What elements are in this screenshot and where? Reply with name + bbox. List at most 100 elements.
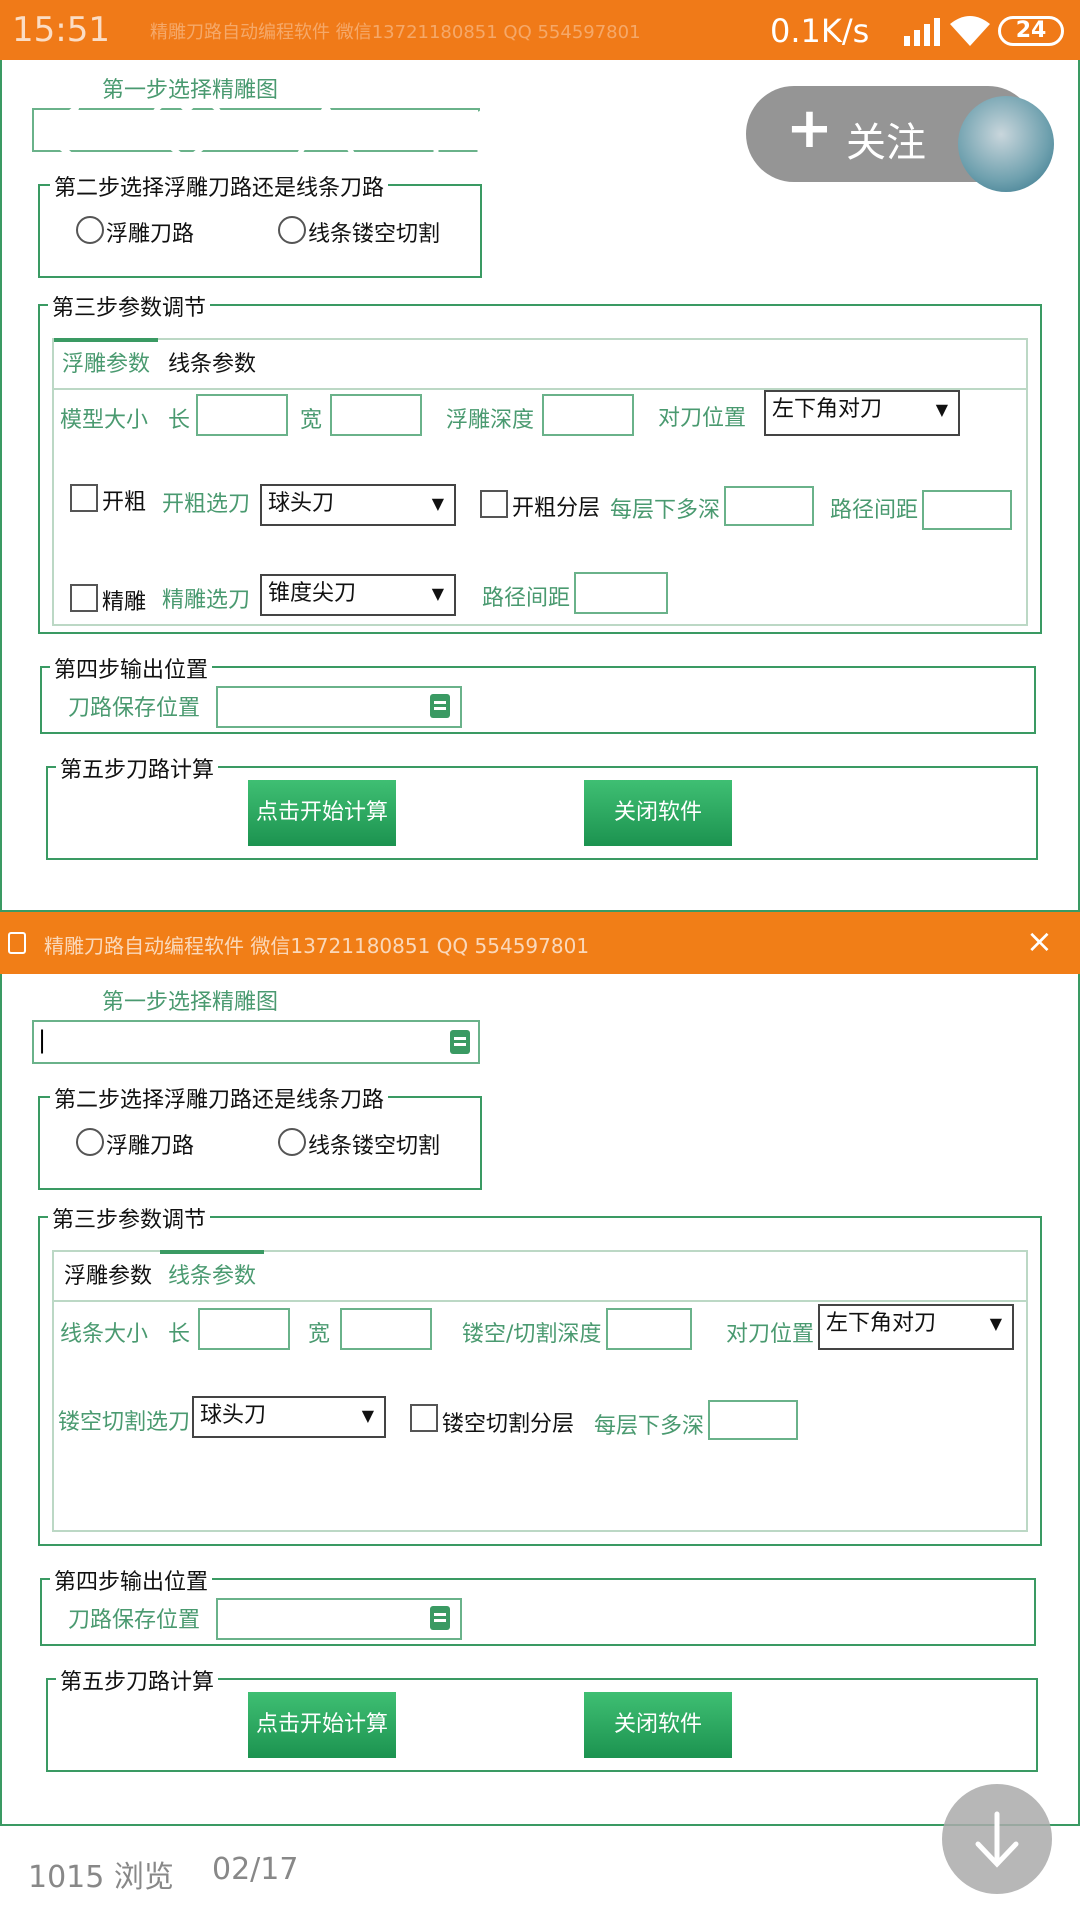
tool-position-select[interactable]: 左下角对刀 ▼ <box>764 390 960 436</box>
tab-divider <box>52 1300 1028 1302</box>
app-icon <box>8 932 26 954</box>
rough-tool-label: 开粗选刀 <box>162 492 251 517</box>
dropdown-arrow-icon: ▼ <box>361 1406 374 1425</box>
window2-titlebar: 精雕刀路自动编程软件 微信13721180851 QQ 554597801 × <box>0 912 1080 974</box>
cut-tool-label: 镂空切割选刀 <box>58 1410 191 1435</box>
start-calc-button[interactable]: 点击开始计算 <box>248 1692 396 1758</box>
tool-position-select[interactable]: 左下角对刀 ▼ <box>818 1304 1014 1350</box>
save-path-input[interactable] <box>216 686 462 728</box>
length-label: 长 <box>168 408 191 433</box>
plus-icon: + <box>786 96 833 161</box>
finish-label: 精雕 <box>102 590 147 615</box>
close-software-button[interactable]: 关闭软件 <box>584 780 732 846</box>
rough-label: 开粗 <box>102 490 147 515</box>
per-layer-label: 每层下多深 <box>594 1414 705 1439</box>
radio-line[interactable] <box>278 1128 306 1156</box>
finish-spacing-label: 路径间距 <box>482 586 571 611</box>
cut-layer-label: 镂空切割分层 <box>442 1412 575 1437</box>
tab-line-params[interactable]: 线条参数 <box>160 342 264 390</box>
back-icon[interactable] <box>36 104 86 164</box>
cut-tool-select[interactable]: 球头刀 ▼ <box>192 1396 386 1438</box>
app-window-1: 第一步选择精雕图 第二步选择浮雕刀路还是线条刀路 浮雕刀路 线条镂空切割 第三步… <box>0 60 1080 912</box>
dropdown-arrow-icon: ▼ <box>431 584 444 603</box>
tool-position-value: 左下角对刀 <box>826 1311 937 1336</box>
dropdown-arrow-icon: ▼ <box>935 400 948 419</box>
heart-icon[interactable] <box>150 100 224 166</box>
step2-legend: 第二步选择浮雕刀路还是线条刀路 <box>50 170 389 202</box>
window2-title: 精雕刀路自动编程软件 微信13721180851 QQ 554597801 <box>44 934 590 958</box>
radio-relief[interactable] <box>76 1128 104 1156</box>
folder-browse-icon[interactable] <box>430 1606 450 1630</box>
step2-legend: 第二步选择浮雕刀路还是线条刀路 <box>50 1082 389 1114</box>
finish-tool-select[interactable]: 锥度尖刀 ▼ <box>260 574 456 616</box>
tab-relief-params[interactable]: 浮雕参数 <box>54 338 159 386</box>
cut-depth-label: 镂空/切割深度 <box>462 1322 602 1347</box>
file-browse-icon[interactable] <box>450 1030 470 1054</box>
edit-icon[interactable] <box>432 104 492 164</box>
close-software-button[interactable]: 关闭软件 <box>584 1692 732 1758</box>
tool-position-value: 左下角对刀 <box>772 397 883 422</box>
signal-icon <box>904 18 940 46</box>
follow-label: 关注 <box>846 120 926 166</box>
rough-checkbox[interactable] <box>70 484 98 512</box>
tool-position-label: 对刀位置 <box>726 1322 815 1347</box>
step1-label: 第一步选择精雕图 <box>102 990 279 1015</box>
wifi-icon <box>950 16 990 46</box>
cut-depth-input[interactable] <box>606 1308 692 1350</box>
step3-legend: 第三步参数调节 <box>48 1202 211 1234</box>
width-input[interactable] <box>340 1308 432 1350</box>
file-input[interactable] <box>32 108 480 152</box>
tab-relief-params[interactable]: 浮雕参数 <box>56 1254 160 1302</box>
file-input[interactable]: | <box>32 1020 480 1064</box>
width-input[interactable] <box>330 394 422 436</box>
finish-checkbox[interactable] <box>70 584 98 612</box>
radio-line-label: 线条镂空切割 <box>308 222 441 247</box>
length-input[interactable] <box>196 394 288 436</box>
cut-layer-checkbox[interactable] <box>410 1404 438 1432</box>
save-path-input[interactable] <box>216 1598 462 1640</box>
finish-spacing-input[interactable] <box>574 572 668 614</box>
scroll-down-button[interactable] <box>942 1784 1052 1894</box>
rough-layer-checkbox[interactable] <box>480 490 508 518</box>
file-input-cursor: | <box>38 1026 47 1054</box>
model-size-label: 模型大小 <box>60 408 149 433</box>
report-warning-icon[interactable] <box>290 102 362 168</box>
step4-legend: 第四步输出位置 <box>50 652 213 684</box>
finish-tool-label: 精雕选刀 <box>162 588 251 613</box>
dropdown-arrow-icon: ▼ <box>989 1314 1002 1333</box>
relief-depth-input[interactable] <box>542 394 634 436</box>
status-bar: 15:51 精雕刀路自动编程软件 微信13721180851 QQ 554597… <box>0 0 1080 60</box>
rough-tool-select[interactable]: 球头刀 ▼ <box>260 484 456 526</box>
length-input[interactable] <box>198 1308 290 1350</box>
app-window-2: 第一步选择精雕图 | 第二步选择浮雕刀路还是线条刀路 浮雕刀路 线条镂空切割 第… <box>0 974 1080 1826</box>
finish-tool-value: 锥度尖刀 <box>268 581 357 606</box>
per-layer-input[interactable] <box>724 486 814 526</box>
dropdown-arrow-icon: ▼ <box>431 494 444 513</box>
save-path-label: 刀路保存位置 <box>68 696 201 721</box>
step5-legend: 第五步刀路计算 <box>56 752 219 784</box>
radio-relief-label: 浮雕刀路 <box>106 222 195 247</box>
arrow-down-icon <box>975 1811 1019 1868</box>
rough-layer-label: 开粗分层 <box>512 496 601 521</box>
tab-line-params[interactable]: 线条参数 <box>160 1250 265 1298</box>
folder-browse-icon[interactable] <box>430 694 450 718</box>
cut-tool-value: 球头刀 <box>200 1403 267 1428</box>
step5-legend: 第五步刀路计算 <box>56 1664 219 1696</box>
step3-legend: 第三步参数调节 <box>48 290 211 322</box>
radio-relief[interactable] <box>76 216 104 244</box>
tool-position-label: 对刀位置 <box>658 406 747 431</box>
length-label: 长 <box>168 1322 191 1347</box>
path-spacing-input[interactable] <box>922 490 1012 530</box>
close-window-icon[interactable]: × <box>1026 922 1053 960</box>
radio-line-label: 线条镂空切割 <box>308 1134 441 1159</box>
path-spacing-label: 路径间距 <box>830 498 919 523</box>
screen: 15:51 精雕刀路自动编程软件 微信13721180851 QQ 554597… <box>0 0 1080 1920</box>
step4-legend: 第四步输出位置 <box>50 1564 213 1596</box>
width-label: 宽 <box>308 1322 331 1347</box>
per-layer-input[interactable] <box>708 1400 798 1440</box>
blurred-window-title: 精雕刀路自动编程软件 微信13721180851 QQ 554597801 <box>150 22 641 43</box>
author-avatar[interactable] <box>958 96 1054 192</box>
network-speed: 0.1K/s <box>770 12 870 50</box>
radio-line[interactable] <box>278 216 306 244</box>
start-calc-button[interactable]: 点击开始计算 <box>248 780 396 846</box>
